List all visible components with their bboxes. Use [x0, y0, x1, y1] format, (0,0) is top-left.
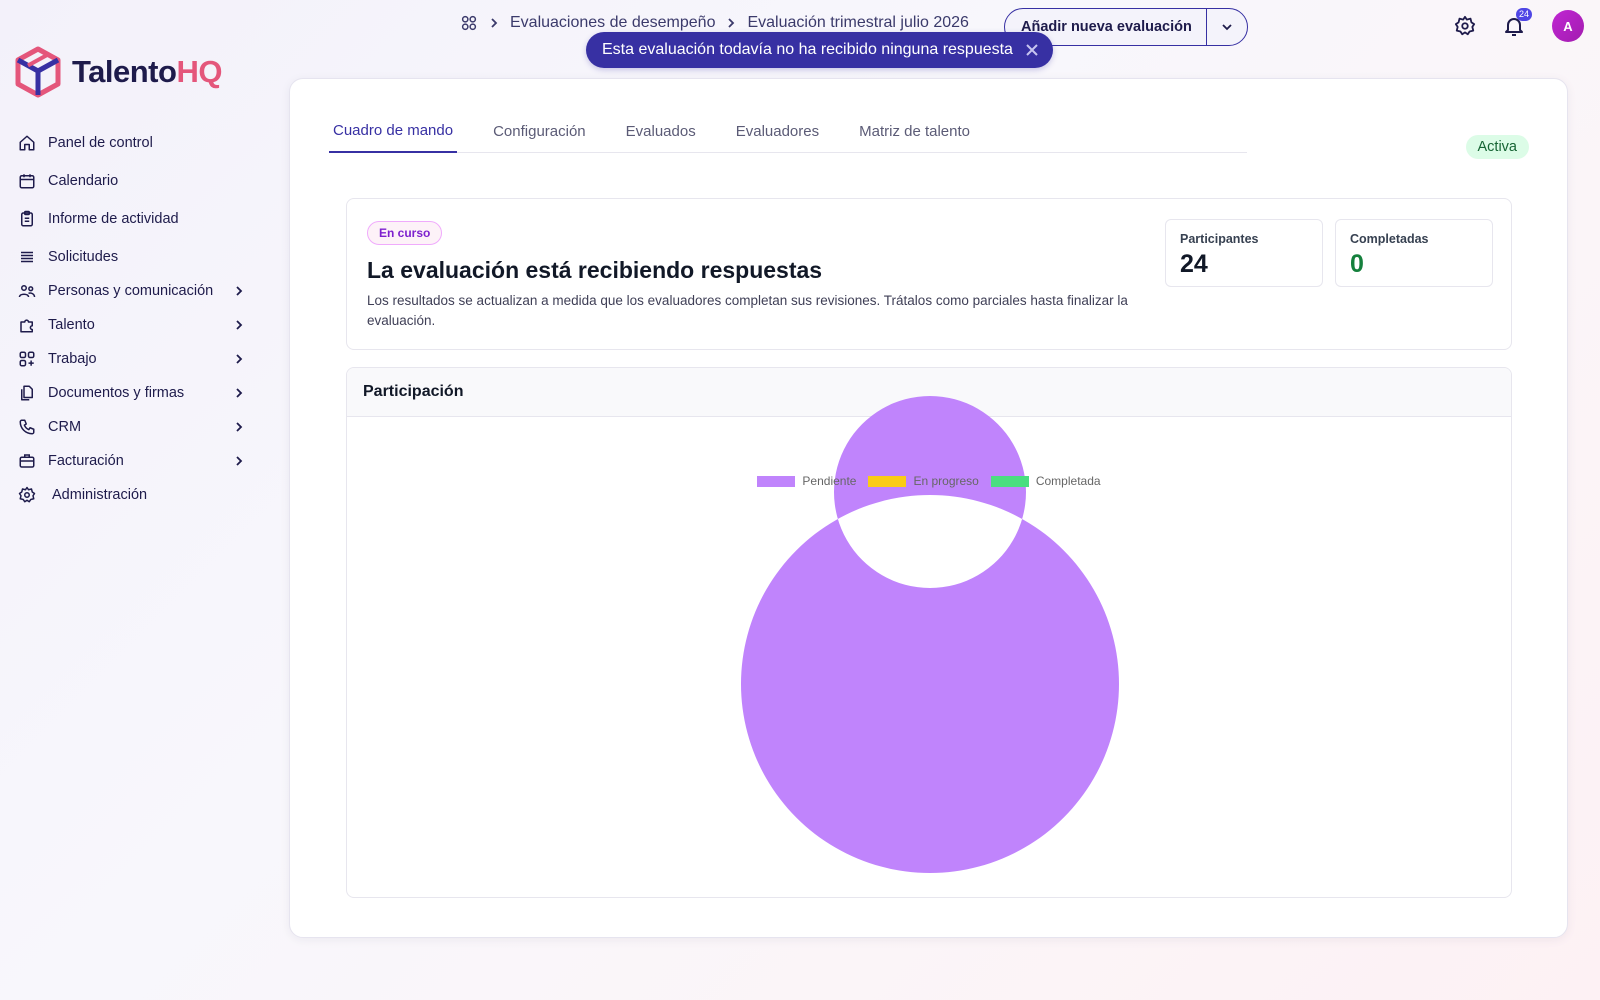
no-responses-toast: Esta evaluación todavía no ha recibido n…: [586, 32, 1053, 68]
sidebar-item-facturacion[interactable]: Facturación: [16, 444, 246, 478]
evaluation-panel: Cuadro de mando Configuración Evaluados …: [289, 78, 1568, 938]
tab-matriz-de-talento[interactable]: Matriz de talento: [855, 109, 974, 153]
sidebar-item-personas-y-comunicacion[interactable]: Personas y comunicación: [16, 274, 246, 308]
breadcrumb-item[interactable]: Evaluaciones de desempeño: [510, 14, 715, 32]
legend-swatch: [990, 475, 1029, 487]
sidebar-item-talento[interactable]: Talento: [16, 308, 246, 342]
toast-message: Esta evaluación todavía no ha recibido n…: [602, 41, 1013, 58]
sidebar-item-documentos-y-firmas[interactable]: Documentos y firmas: [16, 376, 246, 410]
tab-evaluados[interactable]: Evaluados: [622, 109, 700, 153]
sidebar-item-panel-de-control[interactable]: Panel de control: [16, 126, 246, 160]
sidebar-item-crm[interactable]: CRM: [16, 410, 246, 444]
notifications-button[interactable]: 24: [1502, 8, 1532, 38]
sidebar-item-calendario[interactable]: Calendario: [16, 164, 246, 198]
documents-icon: [16, 382, 38, 404]
legend-item-completada[interactable]: Completada: [990, 474, 1101, 488]
home-icon: [16, 132, 38, 154]
donut-slice-pendiente[interactable]: [740, 396, 1119, 873]
legend-swatch: [868, 475, 907, 487]
phone-icon: [16, 416, 38, 438]
chevron-down-icon: [1221, 21, 1233, 33]
legend-label: Pendiente: [802, 474, 857, 488]
calendar-icon: [16, 170, 38, 192]
sidebar-item-informe-de-actividad[interactable]: Informe de actividad: [16, 202, 246, 236]
summary-title: La evaluación está recibiendo respuestas: [367, 257, 823, 283]
chevron-right-icon: [232, 420, 246, 434]
participation-donut-chart: [740, 396, 1119, 873]
sidebar-item-label: Calendario: [48, 173, 119, 189]
legend-item-en-progreso[interactable]: En progreso: [868, 474, 979, 488]
tab-cuadro-de-mando[interactable]: Cuadro de mando: [329, 109, 458, 153]
tab-configuracion[interactable]: Configuración: [489, 109, 590, 153]
stat-completadas: Completadas 0: [1335, 219, 1493, 287]
legend-swatch: [757, 475, 796, 487]
gear-icon: [16, 484, 38, 506]
chart-legend: Pendiente En progreso Completada: [347, 474, 1511, 488]
summary-card: En curso La evaluación está recibiendo r…: [346, 198, 1512, 350]
breadcrumb: Evaluaciones de desempeño Evaluación tri…: [460, 14, 969, 32]
tab-evaluadores[interactable]: Evaluadores: [732, 109, 823, 153]
sidebar-item-label: CRM: [48, 419, 82, 435]
sidebar-item-label: Personas y comunicación: [48, 283, 214, 299]
status-badge: Activa: [1465, 135, 1529, 159]
sidebar-nav: Panel de control Calendario Informe de a…: [16, 126, 246, 512]
chevron-right-icon: [232, 386, 246, 400]
settings-gear-icon[interactable]: [1454, 15, 1476, 37]
breadcrumb-current: Evaluación trimestral julio 2026: [747, 14, 969, 31]
stat-label: Completadas: [1350, 232, 1429, 246]
chevron-right-icon: [232, 318, 246, 332]
sidebar-item-label: Documentos y firmas: [48, 385, 185, 401]
sidebar-item-label: Panel de control: [48, 135, 153, 151]
participation-chart-card: Participación Pendiente En progreso Comple…: [346, 367, 1512, 898]
progress-chip: En curso: [367, 221, 443, 245]
legend-label: Completada: [1035, 474, 1101, 488]
apps-grid-icon[interactable]: [460, 14, 478, 32]
people-icon: [16, 280, 38, 302]
chevron-right-icon: [725, 17, 737, 29]
sidebar: TalentoHQ Panel de control Calendario In…: [0, 0, 260, 1000]
sidebar-item-solicitudes[interactable]: Solicitudes: [16, 240, 246, 274]
sidebar-item-label: Trabajo: [48, 351, 97, 367]
brand-logo[interactable]: TalentoHQ: [14, 46, 222, 98]
sidebar-item-administracion[interactable]: Administración: [16, 478, 246, 512]
add-evaluation-dropdown-button[interactable]: [1207, 9, 1247, 45]
chevron-right-icon: [488, 17, 500, 29]
chevron-right-icon: [232, 454, 246, 468]
chevron-right-icon: [232, 284, 246, 298]
stat-label: Participantes: [1180, 232, 1259, 246]
list-icon: [16, 246, 38, 268]
notification-count-badge: 24: [1515, 8, 1532, 21]
sidebar-item-label: Administración: [52, 487, 148, 503]
legend-item-pendiente[interactable]: Pendiente: [757, 474, 856, 488]
stat-value: 24: [1180, 250, 1208, 278]
sidebar-item-label: Informe de actividad: [48, 211, 179, 227]
stat-value: 0: [1350, 250, 1364, 278]
puzzle-icon: [16, 314, 38, 336]
sidebar-item-label: Talento: [48, 317, 95, 333]
grid-icon: [16, 348, 38, 370]
briefcase-icon: [16, 450, 38, 472]
sidebar-item-trabajo[interactable]: Trabajo: [16, 342, 246, 376]
tabs: Cuadro de mando Configuración Evaluados …: [329, 109, 1247, 153]
clipboard-icon: [16, 208, 38, 230]
chevron-right-icon: [232, 352, 246, 366]
header-actions: 24 A: [1454, 8, 1584, 42]
sidebar-item-label: Solicitudes: [48, 249, 119, 265]
legend-label: En progreso: [913, 474, 979, 488]
close-icon[interactable]: [1025, 43, 1039, 57]
brand-name: TalentoHQ: [72, 54, 222, 89]
sidebar-item-label: Facturación: [48, 453, 124, 469]
cube-logo-icon: [15, 46, 61, 98]
summary-description: Los resultados se actualizan a medida qu…: [367, 293, 1128, 328]
avatar[interactable]: A: [1552, 10, 1584, 42]
stat-participantes: Participantes 24: [1165, 219, 1323, 287]
